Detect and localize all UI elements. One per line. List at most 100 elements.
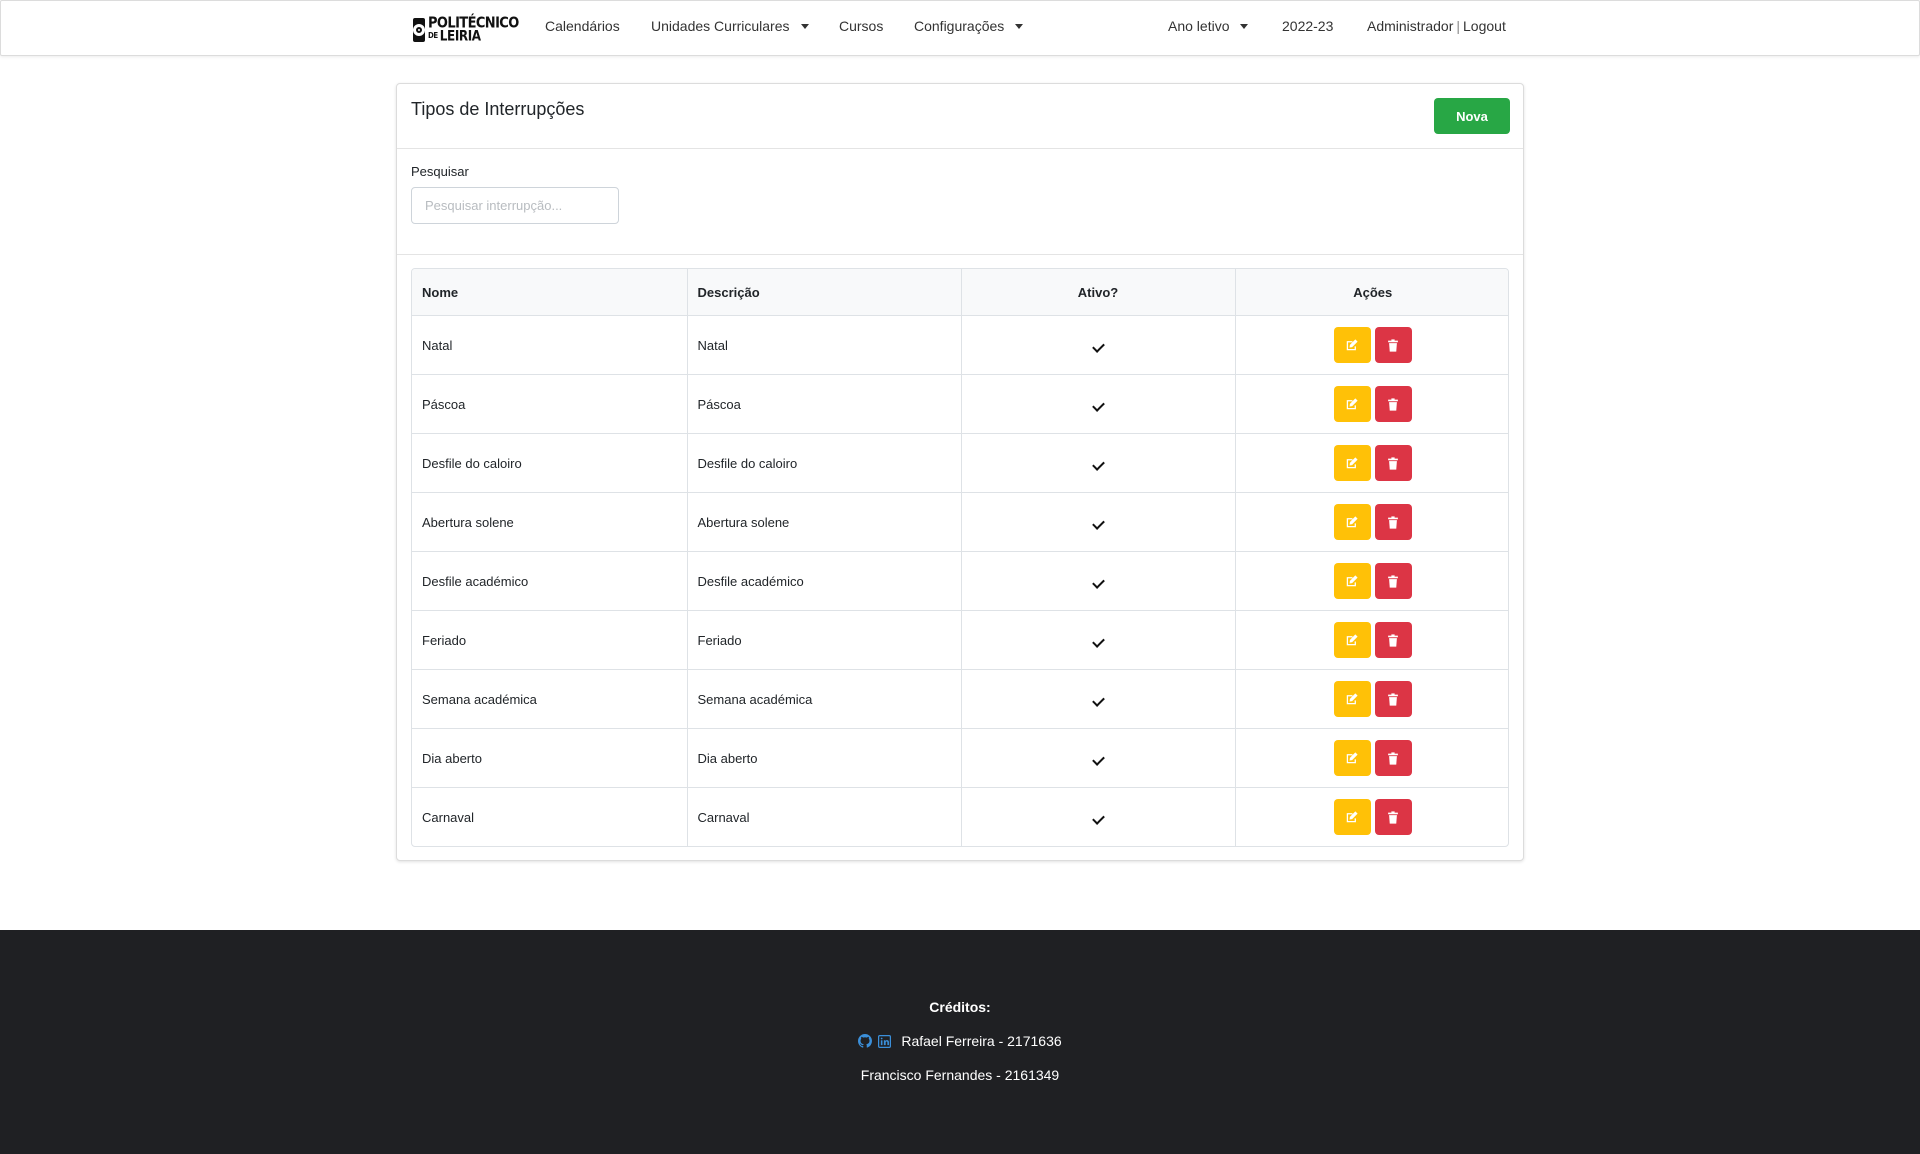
cell-nome: Feriado bbox=[412, 610, 688, 670]
delete-button[interactable] bbox=[1374, 740, 1412, 776]
edit-icon bbox=[1345, 633, 1359, 647]
caret-down-icon bbox=[1240, 23, 1249, 29]
table-header-row: Nome Descrição Ativo? Ações bbox=[412, 269, 1508, 316]
edit-button[interactable] bbox=[1333, 386, 1371, 422]
cell-nome: Páscoa bbox=[412, 374, 688, 434]
check-icon bbox=[1091, 811, 1105, 825]
credit-francisco: Francisco Fernandes - 2161349 bbox=[860, 1067, 1060, 1083]
check-icon bbox=[1091, 634, 1105, 648]
edit-icon bbox=[1345, 692, 1359, 706]
nav-calendarios[interactable]: Calendários bbox=[545, 18, 620, 34]
top-navbar: POLITÉCNICO DE LEIRIA Calendários Unidad… bbox=[0, 0, 1920, 56]
edit-icon bbox=[1345, 456, 1359, 470]
check-icon bbox=[1091, 339, 1105, 353]
cell-acoes bbox=[1235, 433, 1508, 493]
cell-ativo bbox=[961, 610, 1236, 670]
ano-letivo-dropdown[interactable]: Ano letivo bbox=[1168, 18, 1249, 34]
cell-ativo bbox=[961, 492, 1236, 552]
cell-acoes bbox=[1235, 669, 1508, 729]
table-row: Feriado Feriado bbox=[412, 610, 1508, 670]
cell-nome: Abertura solene bbox=[412, 492, 688, 552]
check-icon bbox=[1091, 693, 1105, 707]
caret-down-icon bbox=[800, 23, 809, 29]
cell-acoes bbox=[1235, 728, 1508, 788]
table-row: Carnaval Carnaval bbox=[412, 787, 1508, 847]
interruption-types-card: Tipos de Interrupções Nova Pesquisar Nom… bbox=[396, 83, 1524, 861]
divider bbox=[397, 148, 1523, 149]
check-icon bbox=[1091, 457, 1105, 471]
credit-line: Rafael Ferreira - 2171636 bbox=[0, 1033, 1920, 1049]
edit-button[interactable] bbox=[1333, 681, 1371, 717]
cell-ativo bbox=[961, 433, 1236, 493]
edit-button[interactable] bbox=[1333, 563, 1371, 599]
delete-button[interactable] bbox=[1374, 681, 1412, 717]
cell-descricao: Desfile do caloiro bbox=[687, 433, 962, 493]
trash-icon bbox=[1387, 692, 1399, 706]
check-icon bbox=[1091, 752, 1105, 766]
cell-acoes bbox=[1235, 610, 1508, 670]
trash-icon bbox=[1387, 751, 1399, 765]
cell-descricao: Carnaval bbox=[687, 787, 962, 846]
delete-button[interactable] bbox=[1374, 327, 1412, 363]
column-header-ativo: Ativo? bbox=[961, 269, 1236, 316]
cell-descricao: Dia aberto bbox=[687, 728, 962, 788]
table-row: Desfile do caloiro Desfile do caloiro bbox=[412, 433, 1508, 493]
credit-rafael: Rafael Ferreira - 2171636 bbox=[901, 1033, 1062, 1049]
delete-button[interactable] bbox=[1374, 622, 1412, 658]
edit-button[interactable] bbox=[1333, 445, 1371, 481]
cell-ativo bbox=[961, 374, 1236, 434]
logo-line2: LEIRIA bbox=[439, 27, 481, 44]
edit-button[interactable] bbox=[1333, 504, 1371, 540]
check-icon bbox=[1091, 398, 1105, 412]
delete-button[interactable] bbox=[1374, 563, 1412, 599]
logout-link[interactable]: Logout bbox=[1463, 18, 1506, 34]
nav-separator: | bbox=[1456, 18, 1461, 34]
cell-nome: Desfile académico bbox=[412, 551, 688, 611]
table-row: Páscoa Páscoa bbox=[412, 374, 1508, 434]
interruptions-table: Nome Descrição Ativo? Ações Natal Natal Pá… bbox=[411, 268, 1509, 847]
politecnico-leiria-logo[interactable]: POLITÉCNICO DE LEIRIA bbox=[413, 16, 519, 44]
trash-icon bbox=[1387, 397, 1399, 411]
divider bbox=[397, 254, 1523, 255]
table-row: Dia aberto Dia aberto bbox=[412, 728, 1508, 788]
cell-nome: Semana académica bbox=[412, 669, 688, 729]
delete-button[interactable] bbox=[1374, 445, 1412, 481]
nav-configuracoes-dropdown[interactable]: Configurações bbox=[914, 18, 1024, 34]
trash-icon bbox=[1387, 633, 1399, 647]
edit-button[interactable] bbox=[1333, 740, 1371, 776]
trash-icon bbox=[1387, 456, 1399, 470]
search-input[interactable] bbox=[411, 187, 619, 224]
cell-ativo bbox=[961, 728, 1236, 788]
table-row: Desfile académico Desfile académico bbox=[412, 551, 1508, 611]
delete-button[interactable] bbox=[1374, 386, 1412, 422]
cell-nome: Carnaval bbox=[412, 787, 688, 846]
trash-icon bbox=[1387, 574, 1399, 588]
cell-ativo bbox=[961, 669, 1236, 729]
new-button[interactable]: Nova bbox=[1434, 98, 1510, 134]
linkedin-icon[interactable] bbox=[878, 1034, 892, 1048]
cell-acoes bbox=[1235, 788, 1508, 847]
column-header-acoes: Ações bbox=[1235, 269, 1508, 316]
cell-nome: Natal bbox=[412, 315, 688, 375]
nav-unidades-curriculares-dropdown[interactable]: Unidades Curriculares bbox=[651, 18, 809, 34]
check-icon bbox=[1091, 575, 1105, 589]
github-icon[interactable] bbox=[858, 1034, 873, 1048]
cell-acoes bbox=[1235, 492, 1508, 552]
cell-descricao: Feriado bbox=[687, 610, 962, 670]
edit-button[interactable] bbox=[1333, 622, 1371, 658]
username: Administrador bbox=[1367, 18, 1454, 34]
nav-cursos[interactable]: Cursos bbox=[839, 18, 883, 34]
user-menu: Administrador | Logout bbox=[1367, 18, 1506, 34]
trash-icon bbox=[1387, 515, 1399, 529]
cell-acoes bbox=[1235, 374, 1508, 434]
check-icon bbox=[1091, 516, 1105, 530]
delete-button[interactable] bbox=[1374, 799, 1412, 835]
cell-ativo bbox=[961, 551, 1236, 611]
edit-button[interactable] bbox=[1333, 327, 1371, 363]
trash-icon bbox=[1387, 338, 1399, 352]
edit-button[interactable] bbox=[1333, 799, 1371, 835]
delete-button[interactable] bbox=[1374, 504, 1412, 540]
edit-icon bbox=[1345, 810, 1359, 824]
trash-icon bbox=[1387, 810, 1399, 824]
page-title: Tipos de Interrupções bbox=[411, 99, 585, 119]
